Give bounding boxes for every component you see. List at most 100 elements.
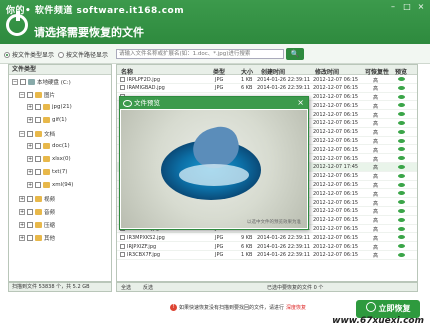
checkbox[interactable] (35, 182, 41, 188)
cell-size: 6 KB (241, 85, 253, 92)
cell-type: JPG (215, 252, 224, 259)
expand-icon[interactable]: + (27, 104, 33, 110)
cell-created: 2014-01-26 22:39:11 (257, 234, 311, 241)
cell-rec: 高 (373, 130, 379, 137)
minimize-button[interactable]: – (388, 2, 398, 12)
expand-icon[interactable]: + (27, 156, 33, 162)
checkbox[interactable] (35, 156, 41, 162)
expand-icon[interactable]: + (27, 169, 33, 175)
preview-eye-icon[interactable] (398, 103, 405, 108)
preview-eye-icon[interactable] (398, 235, 405, 240)
checkbox[interactable] (35, 117, 41, 123)
preview-eye-icon[interactable] (398, 120, 405, 125)
preview-eye-icon[interactable] (398, 129, 405, 134)
row-checkbox[interactable] (120, 252, 125, 258)
cell-rec: 高 (373, 244, 379, 251)
table-row[interactable]: IRPLPF2D.jpg JPG 1 KB 2014-01-26 22:39:11 20… (117, 75, 417, 84)
preview-eye-icon[interactable] (398, 226, 405, 231)
options-bar: 按文件类型显示 按文件路径显示 请输入文件名称或扩展名(如：1.doc、*.jp… (0, 44, 430, 64)
table-row[interactable]: IR3CBX7F.jpg JPG 1 KB 2014-01-26 22:39:11 20… (117, 251, 417, 260)
tree-node-docs[interactable]: − 文档 (19, 130, 55, 138)
invert-selection-link[interactable]: 反选 (143, 284, 153, 292)
cell-modified: 2012-12-07 17:45 (313, 164, 359, 171)
collapse-icon[interactable]: − (19, 92, 25, 98)
checkbox[interactable] (20, 79, 26, 85)
checkbox[interactable] (35, 104, 41, 110)
tree-node-other[interactable]: + 其他 (19, 234, 55, 242)
preview-eye-icon[interactable] (398, 156, 405, 161)
checkbox[interactable] (27, 222, 33, 228)
cell-modified: 2012-12-07 06:15 (313, 111, 359, 118)
table-row[interactable]: IR3MPXKS2.jpg JPG 9 KB 2014-01-26 22:39:11 2… (117, 233, 417, 243)
tree-node-xml[interactable]: + xml(94) (27, 182, 73, 188)
search-button[interactable]: 🔍 (286, 48, 304, 60)
bottom-bar: ! 如果快速恢复没有扫描到要找回的文件，请进行 深度恢复 立即恢复 www.67xu… (0, 292, 430, 328)
preview-eye-icon[interactable] (398, 112, 405, 117)
expand-icon[interactable]: + (27, 143, 33, 149)
search-input[interactable]: 请输入文件名称或扩展名(如：1.doc、*.jpg)进行搜索 (116, 49, 284, 59)
preview-eye-icon[interactable] (398, 147, 405, 152)
preview-eye-icon[interactable] (398, 94, 405, 99)
checkbox[interactable] (27, 131, 33, 137)
preview-close-button[interactable]: × (297, 97, 304, 109)
checkbox[interactable] (27, 196, 33, 202)
preview-eye-icon[interactable] (398, 252, 405, 257)
folder-icon (43, 117, 50, 123)
table-row[interactable]: IRAMIGBAD.jpg JPG 6 KB 2014-01-26 22:39:11 2… (117, 84, 417, 93)
collapse-icon[interactable]: − (12, 79, 18, 85)
collapse-icon[interactable]: − (19, 131, 25, 137)
preview-eye-icon[interactable] (398, 244, 405, 249)
cell-rec: 高 (373, 86, 379, 93)
row-checkbox[interactable] (120, 76, 125, 82)
table-row[interactable]: IRJPXIZF.jpg JPG 6 KB 2014-01-26 22:39:11 20… (117, 242, 417, 251)
tree-node-jpg[interactable]: + jpg(21) (27, 104, 72, 110)
tree-node-gif[interactable]: + gif(1) (27, 117, 67, 123)
tree-header: 文件类型 (9, 65, 111, 75)
row-checkbox[interactable] (120, 243, 125, 249)
preview-eye-icon[interactable] (398, 182, 405, 187)
maximize-button[interactable]: □ (402, 2, 412, 12)
tree-node-video[interactable]: + 视频 (19, 195, 55, 203)
preview-caption: 以选中文件的预览效果为准 (247, 220, 301, 225)
expand-icon[interactable]: + (27, 182, 33, 188)
cell-modified: 2012-12-07 06:15 (313, 173, 359, 180)
tree-node-disk[interactable]: − 本地硬盘 (C:) (12, 78, 71, 86)
preview-splash-shape (179, 164, 249, 186)
row-checkbox[interactable] (120, 85, 125, 91)
tree-node-images[interactable]: − 图片 (19, 91, 55, 99)
expand-icon[interactable]: + (27, 117, 33, 123)
preview-eye-icon[interactable] (398, 208, 405, 213)
expand-icon[interactable]: + (19, 209, 25, 215)
tree-node-archive[interactable]: + 压缩 (19, 221, 55, 229)
checkbox[interactable] (27, 235, 33, 241)
expand-icon[interactable]: + (19, 235, 25, 241)
radio-by-path[interactable]: 按文件路径显示 (58, 50, 108, 59)
close-button[interactable]: × (416, 2, 426, 12)
preview-eye-icon[interactable] (398, 138, 405, 143)
expand-icon[interactable]: + (19, 222, 25, 228)
tree-node-txt[interactable]: + txt(7) (27, 169, 67, 175)
checkbox[interactable] (27, 209, 33, 215)
tree-node-audio[interactable]: + 音频 (19, 208, 55, 216)
preview-eye-icon[interactable] (398, 200, 405, 205)
radio-by-type[interactable]: 按文件类型显示 (4, 50, 54, 59)
select-all-link[interactable]: 全选 (121, 284, 131, 292)
tree-node-doc[interactable]: + doc(1) (27, 143, 70, 149)
expand-icon[interactable]: + (19, 196, 25, 202)
preview-eye-icon[interactable] (398, 164, 405, 169)
preview-eye-icon[interactable] (398, 85, 405, 90)
preview-eye-icon[interactable] (398, 173, 405, 178)
checkbox[interactable] (35, 169, 41, 175)
preview-eye-icon[interactable] (398, 191, 405, 196)
checkbox[interactable] (35, 143, 41, 149)
folder-icon (35, 222, 42, 228)
tree-node-xlsx[interactable]: + xlsx(0) (27, 156, 71, 162)
row-checkbox[interactable] (120, 234, 125, 240)
deep-recover-link[interactable]: 深度恢复 (286, 304, 306, 311)
warning-icon: ! (170, 304, 177, 311)
watermark-top: 你的• 软件频道 software.it168.com (6, 6, 185, 16)
checkbox[interactable] (27, 92, 33, 98)
preview-eye-icon[interactable] (398, 77, 405, 81)
preview-eye-icon[interactable] (398, 217, 405, 222)
cell-created: 2014-01-26 22:39:11 (257, 76, 311, 83)
